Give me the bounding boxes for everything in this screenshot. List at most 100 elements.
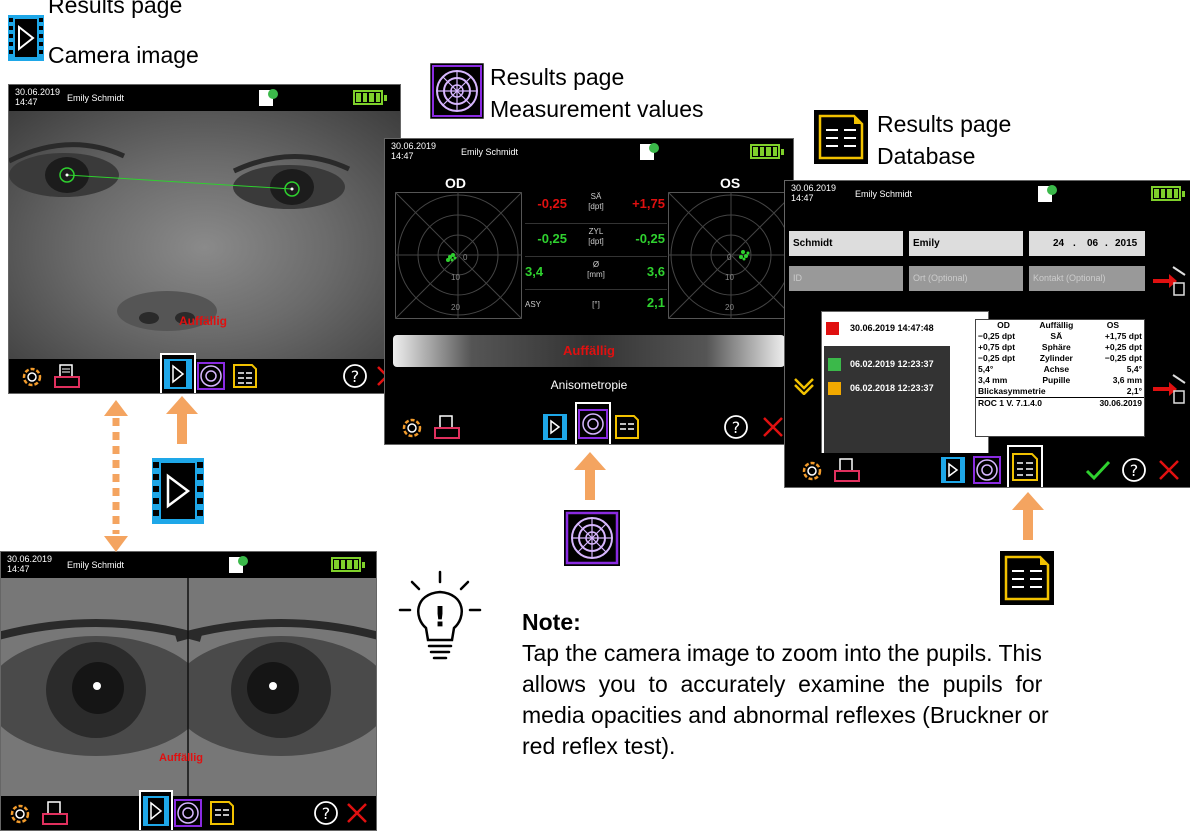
print-icon[interactable] (833, 457, 861, 483)
dob-field[interactable]: 24 . 06 . 2015 (1029, 231, 1145, 256)
record-datetime: 30.06.2019 14:47:48 (850, 323, 934, 333)
diameter-label: Ø (592, 260, 600, 269)
table-cell: 5,4° (978, 364, 994, 374)
database-icon (1000, 551, 1054, 605)
arrow-up-icon (1012, 492, 1044, 540)
note-body: Tap the camera image to zoom into the pu… (522, 638, 1049, 762)
contact-field[interactable]: Kontakt (Optional) (1029, 266, 1145, 291)
delete-record-icon[interactable] (1151, 371, 1187, 405)
dotted-double-arrow (104, 400, 128, 552)
os-value-zyl: -0,25 (635, 231, 665, 246)
date-text: 30.06.2019 (7, 554, 53, 564)
close-icon[interactable] (1157, 458, 1181, 482)
bottom-toolbar: ? (785, 445, 1190, 487)
chevron-down-icon[interactable] (793, 377, 815, 395)
tab-measurement-values[interactable] (197, 362, 225, 390)
table-cell: 3,4 mm (978, 375, 1008, 385)
help-icon[interactable]: ? (723, 414, 749, 440)
print-icon[interactable] (433, 414, 461, 440)
table-row: +0,75 dpt Sphäre +0,25 dpt (976, 342, 1144, 353)
camera-image-screen: 30.06.201914:47 Emily Schmidt Auffällig (8, 84, 401, 394)
table-row: Blickasymmetrie 2,1° (976, 386, 1144, 398)
table-cell: 2,1° (1126, 386, 1142, 396)
table-cell: ROC 1 V. 7.1.4.0 (978, 398, 1042, 408)
status-header: 30.06.2019 14:47 Emily Schmidt (9, 85, 400, 111)
close-icon[interactable] (345, 801, 369, 825)
battery-icon (750, 144, 784, 159)
table-row: 5,4° Achse 5,4° (976, 364, 1144, 375)
database-caption-line2: Database (877, 143, 976, 169)
zoomed-camera-image[interactable]: Auffällig (1, 578, 376, 796)
row-asy-label: ASY (525, 300, 542, 309)
tab-measurement-values[interactable] (174, 799, 202, 827)
zyl-unit: [dpt] (588, 237, 604, 246)
od-ring-10: 10 (451, 273, 460, 282)
database-caption-line1: Results page (877, 111, 1012, 137)
table-row: ROC 1 V. 7.1.4.0 30.06.2019 (976, 397, 1144, 410)
camera-image[interactable]: Auffällig (9, 111, 400, 359)
os-label: OS (720, 175, 741, 191)
record-detail-table: OD Auffällig OS −0,25 dpt SÄ +1,75 dpt +0,75… (976, 320, 1144, 409)
note-line: media opacities and abnormal reflexes (B… (522, 702, 1049, 728)
asy-unit: [°] (592, 300, 600, 309)
tab-measurement-values[interactable] (575, 402, 611, 444)
gear-icon[interactable] (7, 801, 33, 827)
help-icon[interactable]: ? (1121, 457, 1147, 483)
gear-icon[interactable] (399, 415, 425, 441)
camera-caption-line1: Results page (48, 0, 183, 18)
help-icon[interactable]: ? (313, 800, 339, 826)
gear-icon[interactable] (19, 364, 45, 390)
od-label: OD (445, 175, 466, 191)
dob-year: 2015 (1115, 238, 1138, 249)
status-header: 30.06.2019 14:47 Emily Schmidt (385, 139, 793, 165)
print-icon[interactable] (41, 800, 69, 826)
arrow-up-icon (574, 452, 606, 500)
result-label: Auffällig (179, 314, 227, 328)
tab-database[interactable] (231, 362, 259, 390)
battery-icon (331, 557, 365, 572)
patient-name: Emily Schmidt (855, 189, 913, 199)
first-name-field[interactable]: Emily (909, 231, 1023, 256)
record-datetime: 06.02.2018 12:23:37 (850, 383, 934, 393)
row-sa-label: SÄ [dpt] (571, 192, 621, 212)
tab-measurement-values[interactable] (973, 456, 1001, 484)
tab-database[interactable] (208, 799, 236, 827)
table-cell: OS (1106, 320, 1119, 330)
tab-database[interactable] (1007, 445, 1043, 487)
status-header: 30.06.2019 14:47 Emily Schmidt (785, 181, 1190, 207)
print-icon[interactable] (53, 363, 81, 389)
close-icon[interactable] (761, 415, 785, 439)
lightbulb-icon: ! (398, 570, 482, 660)
last-name-field[interactable]: Schmidt (789, 231, 903, 256)
battery-icon (1151, 186, 1185, 201)
note-line: Tap the camera image to zoom into the pu… (522, 640, 1042, 666)
date-text: 30.06.2019 (791, 183, 837, 193)
id-field[interactable]: ID (789, 266, 903, 291)
date-text: 30.06.2019 (391, 141, 437, 151)
bottom-toolbar: ? (9, 353, 400, 393)
database-screen: 30.06.2019 14:47 Emily Schmidt Schmidt Em… (784, 180, 1190, 488)
arrow-up-icon (166, 396, 198, 444)
place-field[interactable]: Ort (Optional) (909, 266, 1023, 291)
bottom-toolbar: ? (385, 402, 793, 444)
camera-image-icon (8, 15, 44, 61)
record-color-swatch (828, 382, 841, 395)
tab-camera-image[interactable] (139, 790, 173, 830)
camera-caption-line2: Camera image (48, 42, 199, 68)
table-cell: +0,75 dpt (978, 342, 1016, 352)
tab-database[interactable] (613, 413, 641, 441)
result-banner-text: Auffällig (563, 343, 615, 358)
table-cell: +0,25 dpt (1104, 342, 1142, 352)
os-ring-20: 20 (725, 303, 734, 312)
dob-day: 24 (1053, 238, 1065, 249)
tab-camera-image[interactable] (541, 413, 569, 441)
gear-icon[interactable] (799, 458, 825, 484)
confirm-check-icon[interactable] (1085, 459, 1111, 481)
table-cell: −0,25 dpt (1104, 353, 1142, 363)
help-icon[interactable]: ? (342, 363, 368, 389)
result-banner: Auffällig (393, 335, 785, 367)
table-cell: Pupille (1042, 375, 1071, 385)
tab-camera-image[interactable] (160, 353, 196, 393)
tab-camera-image[interactable] (939, 456, 967, 484)
delete-patient-icon[interactable] (1151, 263, 1187, 297)
